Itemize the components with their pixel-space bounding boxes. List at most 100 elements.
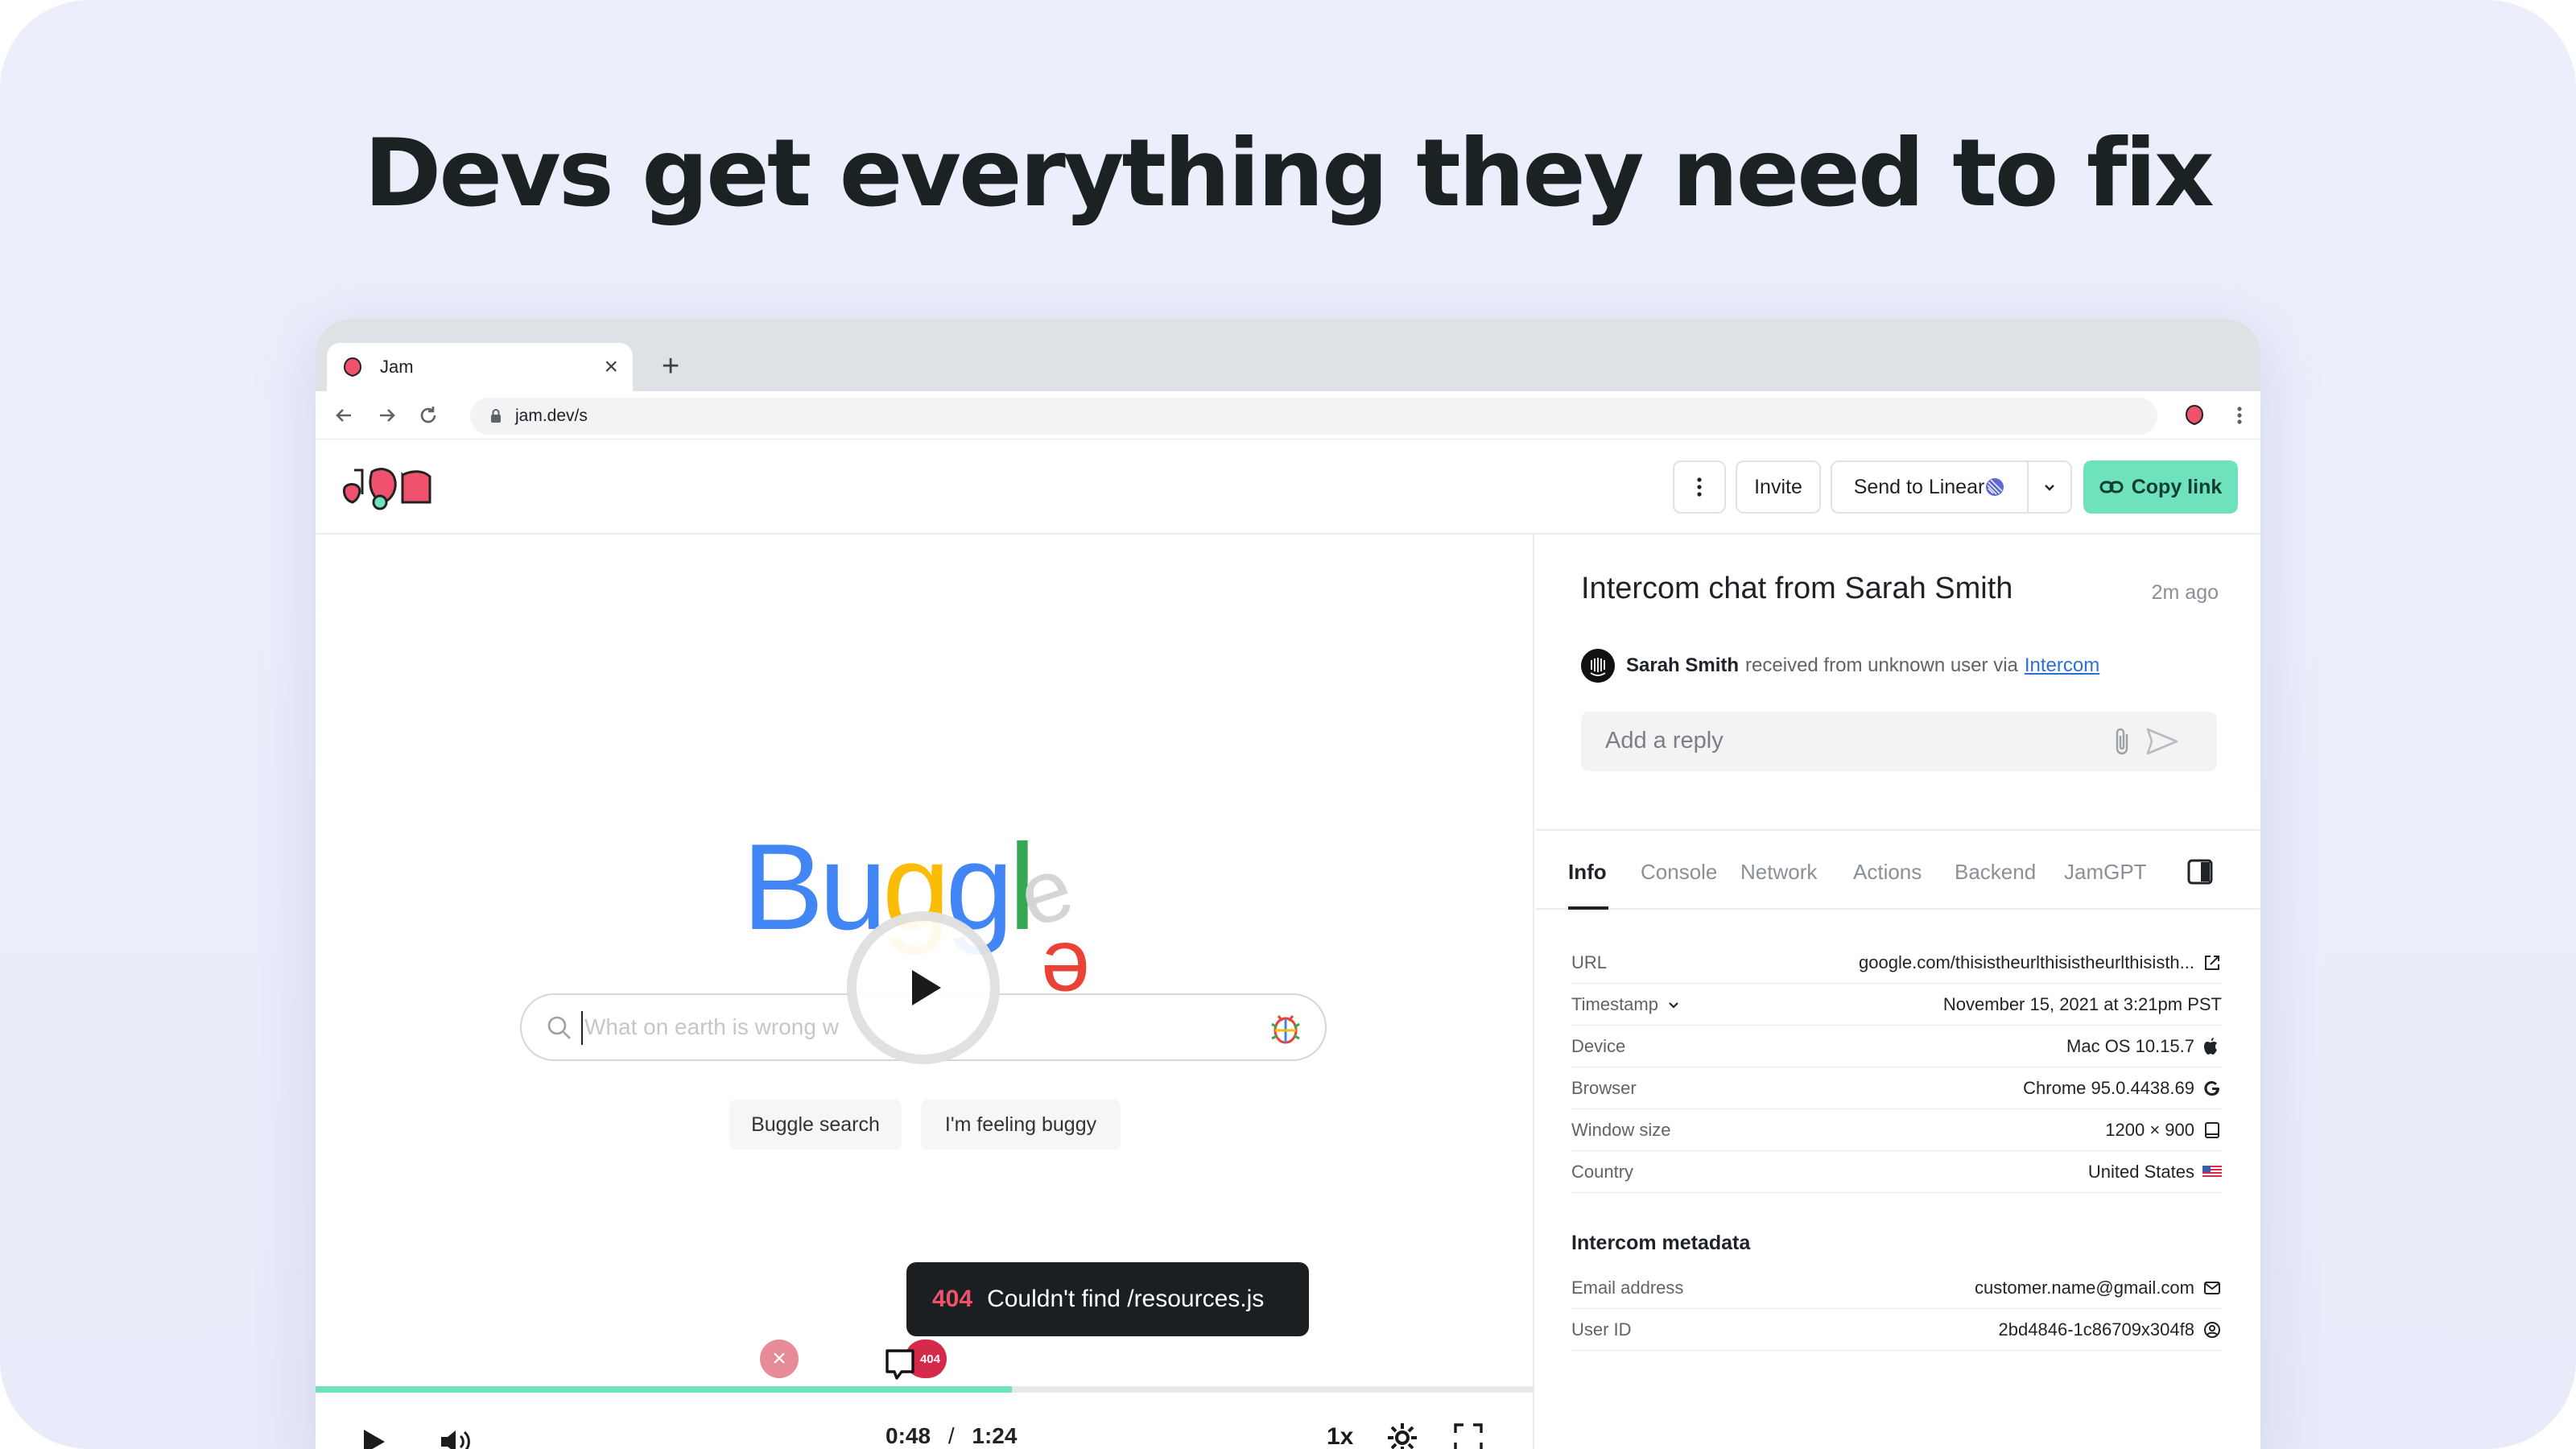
more-options-button[interactable] [1673, 460, 1726, 514]
play-overlay-button[interactable] [847, 911, 1000, 1064]
page-background: Devs get everything they need to fix Jam… [0, 0, 2576, 1449]
jam-extension-icon[interactable] [2182, 402, 2207, 428]
timeline-close-marker[interactable]: × [760, 1340, 799, 1378]
copy-link-button[interactable]: Copy link [2083, 460, 2238, 514]
external-link-icon[interactable] [2202, 953, 2222, 972]
copy-link-label: Copy link [2131, 475, 2223, 498]
play-button-icon[interactable] [359, 1428, 386, 1449]
source-text: received from unknown user via [1745, 654, 2018, 676]
tab-backend[interactable]: Backend [1955, 860, 2036, 885]
recording-player: Buggl e e What on earth is wrong w Buggl… [316, 535, 1534, 1449]
info-label: Device [1571, 1035, 1626, 1056]
timestamp-value: November 15, 2021 at 3:21pm PST [1942, 993, 2222, 1014]
user-id-value: 2bd4846-1c86709x304f8 [1998, 1319, 2194, 1340]
tab-jamgpt[interactable]: JamGPT [2064, 860, 2147, 885]
info-value[interactable]: google.com/thisistheurlthisistheurlthisi… [1859, 952, 2222, 973]
info-label: URL [1571, 952, 1608, 972]
tab-network[interactable]: Network [1740, 860, 1817, 885]
tab-console[interactable]: Console [1641, 860, 1717, 885]
chevron-down-icon [2045, 485, 2054, 491]
settings-gear-icon[interactable] [1386, 1422, 1418, 1449]
sender-name: Sarah Smith [1626, 654, 1740, 676]
send-to-linear-label: Send to Linear [1853, 475, 1985, 498]
send-icon[interactable] [2146, 728, 2178, 755]
chevron-down-icon [1669, 1001, 1678, 1009]
panel-layout-icon[interactable] [2186, 858, 2214, 886]
jam-favicon-icon [343, 357, 362, 378]
info-row-window-size: Window size 1200 × 900 [1571, 1109, 2222, 1151]
info-row-device: Device Mac OS 10.15.7 [1571, 1026, 2222, 1067]
volume-icon[interactable] [440, 1428, 475, 1449]
apple-icon [2204, 1037, 2217, 1055]
reply-placeholder: Add a reply [1605, 728, 1724, 753]
us-flag-icon [2202, 1165, 2222, 1179]
mail-icon [2204, 1281, 2220, 1294]
comment-marker-icon[interactable] [884, 1348, 916, 1385]
metadata-title: Intercom metadata [1571, 1232, 1751, 1254]
linear-icon [1986, 478, 2004, 496]
close-icon[interactable]: × [604, 355, 618, 379]
url-input[interactable]: jam.dev/s [470, 398, 2157, 435]
panel-tabs: Info Console Network Actions Backend Jam… [1536, 831, 2260, 910]
app-toolbar: Invite Send to Linear Copy link [316, 440, 2260, 535]
attachment-icon[interactable] [2112, 726, 2133, 758]
buggle-search-button[interactable]: Buggle search [729, 1100, 902, 1150]
send-to-linear-button[interactable]: Send to Linear [1831, 460, 2029, 514]
email-value: customer.name@gmail.com [1975, 1277, 2194, 1298]
timestamp-dropdown[interactable]: Timestamp [1571, 994, 1681, 1015]
window-icon [2205, 1121, 2219, 1138]
meta-label: Email address [1571, 1277, 1684, 1298]
invite-button[interactable]: Invite [1736, 460, 1821, 514]
tab-info[interactable]: Info [1568, 860, 1607, 885]
browser-menu-icon[interactable] [2225, 401, 2254, 430]
country-value: United States [2087, 1161, 2194, 1182]
url-text: jam.dev/s [515, 407, 588, 425]
new-tab-icon[interactable]: + [662, 351, 679, 382]
timeline-progress [316, 1386, 1013, 1393]
search-placeholder: What on earth is wrong w [584, 1014, 839, 1039]
intercom-link[interactable]: Intercom [2025, 654, 2099, 677]
text-caret [581, 1011, 583, 1045]
meta-label: User ID [1571, 1319, 1632, 1340]
source-row: Sarah Smith received from unknown user v… [1581, 649, 2099, 683]
details-panel: Intercom chat from Sarah Smith 2m ago Sa… [1536, 535, 2260, 1449]
browser-value: Chrome 95.0.4438.69 [2023, 1077, 2194, 1098]
bug-icon[interactable] [1267, 1009, 1304, 1046]
time-separator: / [947, 1423, 955, 1448]
intercom-avatar-icon [1581, 649, 1615, 683]
user-icon [2204, 1321, 2220, 1338]
address-bar: jam.dev/s [316, 391, 2260, 440]
info-label: Window size [1571, 1119, 1671, 1140]
fullscreen-icon[interactable] [1454, 1423, 1483, 1449]
meta-row-email: Email address customer.name@gmail.com [1571, 1267, 2222, 1309]
info-row-browser: Browser Chrome 95.0.4438.69 [1571, 1067, 2222, 1109]
error-toast: 404 Couldn't find /resources.js [906, 1262, 1309, 1336]
svg-text:e: e [1041, 924, 1090, 1000]
tab-title: Jam [380, 357, 414, 377]
reload-icon[interactable] [414, 401, 443, 430]
playback-speed-button[interactable]: 1x [1327, 1423, 1353, 1449]
tab-actions[interactable]: Actions [1853, 860, 1922, 885]
panel-title: Intercom chat from Sarah Smith [1581, 572, 2013, 605]
lock-icon [491, 409, 501, 423]
play-icon [912, 970, 941, 1005]
panel-timestamp: 2m ago [2151, 581, 2219, 604]
send-options-dropdown[interactable] [2027, 460, 2072, 514]
error-message: Couldn't find /resources.js [987, 1286, 1265, 1312]
back-arrow-icon[interactable] [330, 401, 359, 430]
jam-logo [343, 468, 431, 510]
reply-input[interactable]: Add a reply [1581, 712, 2217, 771]
forward-arrow-icon[interactable] [372, 401, 401, 430]
info-row-timestamp: Timestamp November 15, 2021 at 3:21pm PS… [1571, 984, 2222, 1026]
falling-letters: e e [1014, 847, 1090, 1000]
browser-tab[interactable]: Jam × [327, 343, 633, 391]
url-value: google.com/thisistheurlthisistheurlthisi… [1859, 952, 2194, 972]
search-icon [547, 1016, 571, 1039]
link-icon [2099, 481, 2124, 493]
feeling-buggy-button[interactable]: I'm feeling buggy [921, 1100, 1121, 1150]
device-value: Mac OS 10.15.7 [2066, 1035, 2194, 1056]
tab-strip: Jam × + [316, 319, 2260, 391]
window-size-value: 1200 × 900 [2105, 1119, 2194, 1140]
info-row-url: URL google.com/thisistheurlthisistheurlt… [1571, 942, 2222, 984]
time-current: 0:48 [886, 1423, 931, 1448]
